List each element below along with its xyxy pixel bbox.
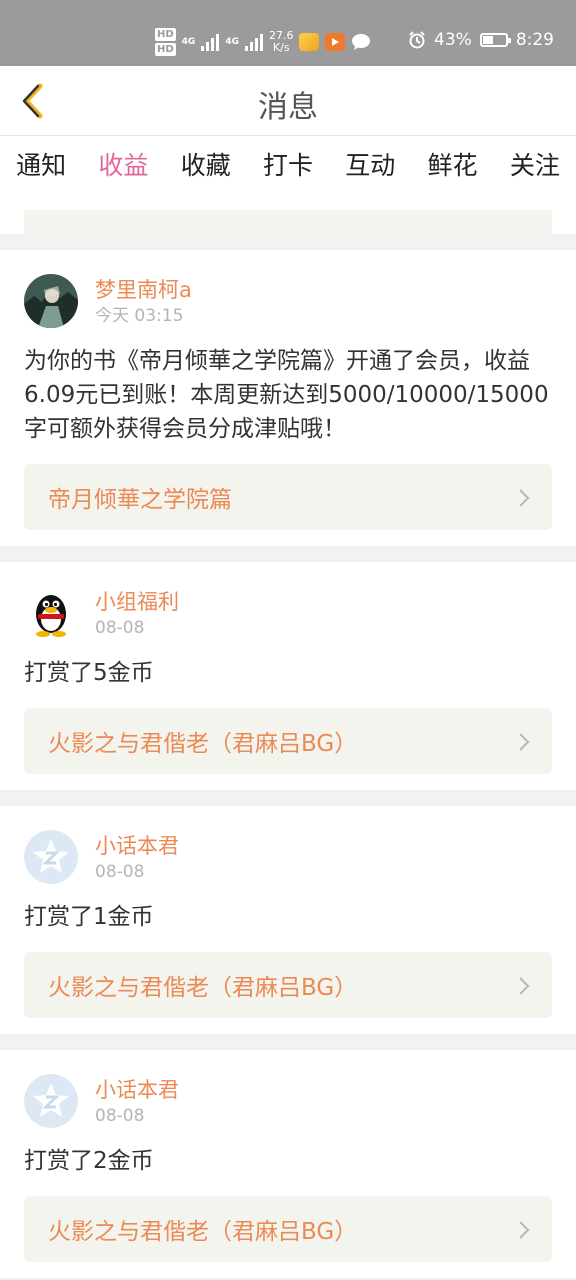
- username[interactable]: 梦里南柯a: [95, 276, 192, 304]
- tab-earnings[interactable]: 收益: [96, 146, 150, 182]
- message-card: 小组福利 08-08 打赏了5金币 火影之与君偕老（君麻吕BG）: [0, 562, 576, 790]
- clock: 8:29: [515, 30, 554, 50]
- network-type: 4G: [225, 37, 239, 47]
- battery-icon: [479, 33, 511, 47]
- book-link[interactable]: 火影之与君偕老（君麻吕BG）: [24, 952, 552, 1018]
- timestamp: 08-08: [95, 1106, 145, 1126]
- message-card-partial: [0, 192, 576, 236]
- battery-percent: 43%: [434, 30, 472, 50]
- message-list: 梦里南柯a 今天 03:15 为你的书《帝月倾華之学院篇》开通了会员，收益6.0…: [0, 192, 576, 1278]
- avatar[interactable]: [24, 830, 78, 884]
- hd-badge: HD: [155, 43, 176, 56]
- tab-interactions[interactable]: 互动: [343, 146, 397, 182]
- page-title: 消息: [258, 90, 318, 125]
- tab-favorites[interactable]: 收藏: [179, 146, 233, 182]
- timestamp: 今天 03:15: [95, 306, 184, 326]
- message-text: 打赏了1金币: [24, 904, 154, 930]
- chevron-right-icon: [519, 733, 530, 751]
- tab-following[interactable]: 关注: [508, 146, 562, 182]
- book-link[interactable]: 帝月倾華之学院篇: [24, 464, 552, 530]
- book-link-partial[interactable]: [24, 210, 552, 236]
- message-card: 小话本君 08-08 打赏了2金币 火影之与君偕老（君麻吕BG）: [0, 1050, 576, 1278]
- signal-icon: [244, 33, 263, 51]
- timestamp: 08-08: [95, 862, 145, 882]
- video-app-icon: [325, 33, 346, 51]
- tab-flowers[interactable]: 鲜花: [426, 146, 480, 182]
- chevron-right-icon: [519, 977, 530, 995]
- hd-badge: HD: [155, 28, 176, 41]
- network-type: 4G: [181, 37, 196, 47]
- message-text: 为你的书《帝月倾華之学院篇》开通了会员，收益6.09元已到账！本周更新达到500…: [24, 348, 549, 442]
- username[interactable]: 小组福利: [95, 588, 179, 616]
- chat-bubble-icon: [352, 34, 371, 50]
- avatar[interactable]: [24, 1074, 78, 1128]
- title-bar: 消息: [0, 66, 576, 136]
- book-title: 火影之与君偕老（君麻吕BG）: [48, 1219, 358, 1245]
- battery-fill: [482, 36, 494, 44]
- book-link[interactable]: 火影之与君偕老（君麻吕BG）: [24, 708, 552, 774]
- status-bar-left: HD HD 4G 4G 27.6 K/s: [155, 24, 371, 60]
- tab-notifications[interactable]: 通知: [14, 146, 68, 182]
- chevron-right-icon: [519, 1221, 530, 1239]
- alarm-icon: [409, 31, 425, 49]
- book-title: 火影之与君偕老（君麻吕BG）: [48, 975, 358, 1001]
- tab-bar: 通知 收益 收藏 打卡 互动 鲜花 关注: [0, 136, 576, 192]
- tab-checkin[interactable]: 打卡: [261, 146, 315, 182]
- book-title: 帝月倾華之学院篇: [48, 487, 232, 513]
- book-title: 火影之与君偕老（君麻吕BG）: [48, 731, 358, 757]
- message-card: 梦里南柯a 今天 03:15 为你的书《帝月倾華之学院篇》开通了会员，收益6.0…: [0, 250, 576, 546]
- message-text: 打赏了2金币: [24, 1148, 154, 1174]
- message-text: 打赏了5金币: [24, 660, 154, 686]
- message-card: 小话本君 08-08 打赏了1金币 火影之与君偕老（君麻吕BG）: [0, 806, 576, 1034]
- network-speed-unit: K/s: [272, 41, 290, 54]
- book-link[interactable]: 火影之与君偕老（君麻吕BG）: [24, 1196, 552, 1262]
- signal-icon: [201, 33, 220, 51]
- chevron-right-icon: [519, 489, 530, 507]
- status-bar: HD HD 4G 4G 27.6 K/s 43% 8:29: [0, 0, 576, 66]
- status-bar-right: 43% 8:29: [408, 30, 554, 50]
- app-icon: [299, 33, 320, 51]
- timestamp: 08-08: [95, 618, 145, 638]
- hd-badges: HD HD: [155, 28, 176, 56]
- username[interactable]: 小话本君: [95, 1076, 179, 1104]
- network-speed: 27.6 K/s: [269, 30, 294, 54]
- avatar[interactable]: [24, 586, 78, 640]
- avatar[interactable]: [24, 274, 78, 328]
- username[interactable]: 小话本君: [95, 832, 179, 860]
